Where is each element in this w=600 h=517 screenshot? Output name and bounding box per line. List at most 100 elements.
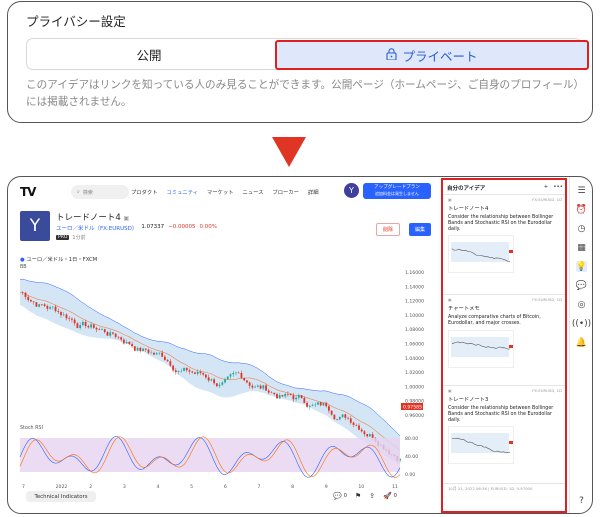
- candle-body: [349, 418, 352, 423]
- candle-body: [221, 382, 224, 385]
- idea-time: 1分前: [72, 235, 86, 241]
- nav-item-products[interactable]: プロダクト: [131, 188, 158, 196]
- candle-body: [136, 347, 139, 351]
- candle-body: [355, 424, 358, 426]
- lock-icon: [386, 47, 398, 63]
- chat-icon[interactable]: 💬: [576, 280, 587, 291]
- time-tick-label: 6: [224, 484, 227, 490]
- candle-body: [300, 395, 303, 399]
- idea-card[interactable]: ▣ FX:EURUSD, 1D トレードノート3 Consider the rel…: [448, 388, 562, 468]
- idea-card[interactable]: ▣ FX:EURUSD, 1D チャートメモ Analyze comparativ…: [448, 297, 562, 372]
- edit-button[interactable]: 編集: [409, 223, 431, 236]
- nav-item-brokers[interactable]: ブローカー: [272, 188, 299, 196]
- candle-body: [371, 434, 374, 438]
- nav-item-news[interactable]: ニュース: [242, 188, 263, 196]
- user-avatar[interactable]: Y: [344, 183, 359, 198]
- card-text: Analyze comparative charts of Bitcoin, E…: [448, 315, 541, 326]
- bell-icon[interactable]: 🔔: [576, 337, 587, 348]
- candle-body: [224, 379, 226, 383]
- upgrade-plan-button[interactable]: アップグレードプラン 追加料金は発生しません: [363, 183, 431, 199]
- candle-body: [21, 292, 24, 294]
- candle-body: [276, 394, 278, 399]
- candle-body: [213, 379, 216, 384]
- candle-body: [38, 304, 41, 307]
- top-navigation-bar: TV ⌕ 検索 プロダクト コミュニティ マーケット ニュース ブローカー 詳細…: [8, 177, 438, 205]
- more-icon[interactable]: •••: [553, 184, 563, 192]
- help-icon[interactable]: ?: [576, 495, 587, 506]
- candle-body: [347, 417, 349, 419]
- idea-header: Y トレードノート4 ▣ ユーロ／米ドル（FX:EURUSD） 1.07337 …: [20, 208, 431, 246]
- nav-item-markets[interactable]: マーケット: [207, 188, 234, 196]
- nav-item-community[interactable]: コミュニティ: [167, 188, 198, 196]
- time-tick-label: 2022: [56, 484, 68, 490]
- upgrade-sub: 追加料金は発生しません: [375, 191, 419, 196]
- share-button[interactable]: ⇪: [369, 492, 375, 500]
- candle-body: [210, 379, 213, 381]
- time-tick-label: 9: [325, 484, 328, 490]
- symbol-link[interactable]: ユーロ／米ドル（FX:EURUSD）: [56, 224, 137, 232]
- price-chart[interactable]: 1.16000 1.14000 1.12000 1.10000 1.08000 1.060…: [8, 252, 438, 492]
- card-title: トレードノート4: [448, 206, 489, 212]
- candle-body: [54, 306, 57, 312]
- rocket-icon: 🚀: [383, 492, 392, 500]
- technical-indicators-tag[interactable]: Technical Indicators: [26, 491, 96, 502]
- candle-body: [30, 300, 32, 302]
- candle-body: [366, 434, 369, 437]
- private-option-button[interactable]: プライベート: [275, 40, 589, 70]
- candle-body: [49, 307, 51, 309]
- card-meta: ▣ FX:EURUSD, 1D: [448, 197, 562, 202]
- candle-body: [267, 390, 270, 393]
- public-option-button[interactable]: 公開: [27, 39, 271, 69]
- flag-button[interactable]: ⚑: [355, 492, 361, 500]
- screen: プライバシー設定 公開 プライベート このアイデアはリンクを知っている人のみ見る…: [0, 0, 600, 517]
- lightbulb-icon[interactable]: 💡: [576, 261, 587, 272]
- boost-button[interactable]: 🚀 0: [383, 492, 397, 500]
- candle-body: [122, 339, 125, 344]
- search-input[interactable]: ⌕ 検索: [71, 185, 129, 199]
- list-icon[interactable]: ☰: [576, 185, 587, 196]
- privacy-segmented-control: 公開 プライベート: [26, 38, 589, 70]
- candle-body: [133, 346, 136, 351]
- comment-button[interactable]: 💬 0: [333, 492, 347, 500]
- candle-body: [235, 372, 237, 374]
- candle-body: [101, 329, 103, 330]
- my-ideas-title: 自分のアイデア: [447, 186, 486, 192]
- symbol-price: 1.07337: [141, 224, 165, 230]
- candle-body: [215, 383, 218, 387]
- nav-item-more[interactable]: 詳細: [308, 188, 319, 196]
- candle-body: [336, 419, 339, 420]
- chart-area[interactable]: ● ユーロ／米ドル・1日・FXCM BB 1.16000 1.14000 1.120…: [8, 252, 438, 492]
- add-icon[interactable]: +: [544, 184, 549, 192]
- delete-button[interactable]: 削除: [376, 223, 400, 236]
- candle-body: [180, 370, 183, 372]
- price-tick-label: 1.14000: [405, 284, 424, 290]
- time-tick-label: 10: [358, 484, 364, 490]
- boost-count: 0: [393, 493, 397, 499]
- idea-card[interactable]: ▣ FX:EURUSD, 1D トレードノート4 Consider the rel…: [448, 197, 562, 277]
- candle-body: [46, 305, 49, 309]
- thumbnail-band: [451, 242, 509, 263]
- candle-body: [92, 324, 95, 328]
- time-tick-label: 2: [89, 484, 92, 490]
- card-thumbnail: [448, 235, 514, 274]
- card-text: Consider the relationship between Bollin…: [448, 406, 554, 423]
- card-title: チャートメモ: [448, 306, 480, 312]
- candle-body: [90, 324, 92, 328]
- target-icon[interactable]: ◎: [576, 299, 587, 310]
- idea-actions: 💬 0 ⚑ ⇪ 🚀 0: [333, 492, 397, 500]
- card-title: トレードノート3: [448, 397, 489, 403]
- alarm-icon[interactable]: ⏰: [576, 204, 587, 215]
- candle-body: [240, 373, 243, 378]
- idea-card[interactable]: 10月 21, 2022 06:36 | EURUSD, 1D, 0.97000: [448, 486, 562, 492]
- thumbnail-price-tag: [509, 441, 513, 445]
- candle-body: [84, 321, 87, 327]
- candle-body: [87, 326, 90, 328]
- broadcast-icon[interactable]: ((•)): [572, 318, 591, 329]
- candle-body: [117, 336, 120, 338]
- card-thumbnail: [448, 329, 514, 368]
- tradingview-logo[interactable]: TV: [20, 185, 37, 199]
- candle-body: [237, 372, 240, 374]
- candle-body: [172, 365, 174, 371]
- calendar-icon[interactable]: ▦: [576, 242, 587, 253]
- clock-icon[interactable]: ◷: [576, 223, 587, 234]
